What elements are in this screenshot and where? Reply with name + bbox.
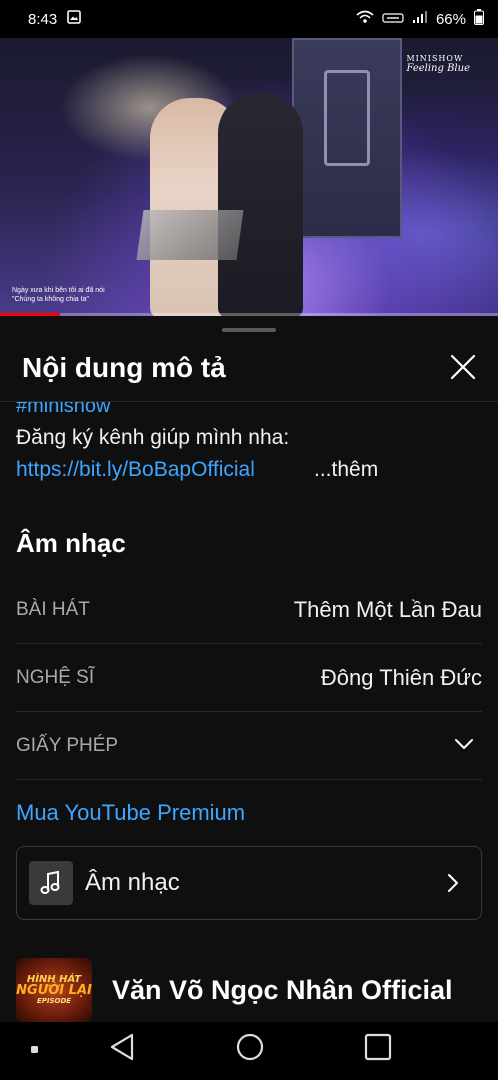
chevron-down-icon[interactable] <box>454 737 474 755</box>
gallery-notification-icon <box>67 10 82 28</box>
video-music-stand <box>136 210 244 260</box>
song-row: BÀI HÁT Thêm Một Lần Đau <box>16 576 482 644</box>
home-circle-icon <box>235 1033 265 1066</box>
show-more-button[interactable]: ...thêm <box>314 458 378 482</box>
channel-row[interactable]: HÌNH HÁT NGƯỜI LẠI EPISODE Văn Võ Ngọc N… <box>16 958 486 1022</box>
song-label: BÀI HÁT <box>16 598 90 620</box>
close-icon <box>446 354 480 388</box>
video-watermark: MINISHOW Feeling Blue <box>406 54 470 74</box>
chevron-right-icon <box>447 873 459 898</box>
video-caption: Ngày xưa khi bên tôi ai đã nói "Chúng ta… <box>12 287 105 303</box>
hashtag-link[interactable]: #minishow <box>16 402 486 416</box>
status-bar: 8:43 66% <box>0 0 498 38</box>
description-url-link[interactable]: https://bit.ly/BoBapOfficial <box>16 458 306 482</box>
video-player[interactable]: MINISHOW Feeling Blue Ngày xưa khi bên t… <box>0 38 498 316</box>
nav-dot-icon <box>30 1042 40 1060</box>
back-triangle-icon <box>108 1033 136 1066</box>
signal-icon <box>412 10 428 28</box>
data-saver-icon <box>382 11 404 28</box>
buy-youtube-premium-link[interactable]: Mua YouTube Premium <box>16 800 245 826</box>
sheet-header: Nội dung mô tả <box>0 336 498 402</box>
music-note-icon <box>29 861 73 905</box>
wifi-icon <box>356 10 374 28</box>
sheet-title: Nội dung mô tả <box>22 352 226 383</box>
system-navigation-bar <box>0 1022 498 1080</box>
description-line: Đăng ký kênh giúp mình nha: <box>16 426 290 449</box>
music-section-title: Âm nhạc <box>16 528 126 558</box>
drag-handle[interactable] <box>222 328 276 332</box>
artist-value: Đông Thiên Đức <box>320 664 482 690</box>
music-card-label: Âm nhạc <box>85 869 180 896</box>
music-card[interactable]: Âm nhạc <box>16 846 482 920</box>
description-text: #minishow Đăng ký kênh giúp mình nha: ht… <box>16 402 486 482</box>
battery-percent: 66% <box>435 10 466 28</box>
channel-name[interactable]: Văn Võ Ngọc Nhân Official <box>112 975 484 1006</box>
song-value: Thêm Một Lần Đau <box>293 596 482 622</box>
artist-label: NGHỆ SĨ <box>16 666 95 688</box>
status-time: 8:43 <box>28 10 58 28</box>
license-label: GIẤY PHÉP <box>16 734 119 756</box>
back-button[interactable] <box>108 1032 136 1067</box>
video-scene-building <box>292 38 402 238</box>
channel-logo[interactable]: HÌNH HÁT NGƯỜI LẠI EPISODE <box>16 958 92 1022</box>
recents-button[interactable] <box>364 1032 392 1067</box>
artist-row: NGHỆ SĨ Đông Thiên Đức <box>16 644 482 712</box>
home-button[interactable] <box>235 1032 265 1067</box>
license-row[interactable]: GIẤY PHÉP <box>16 712 482 780</box>
recents-square-icon <box>364 1033 392 1066</box>
description-sheet: Nội dung mô tả #minishow Đăng ký kênh gi… <box>0 316 498 1022</box>
battery-icon <box>474 9 484 29</box>
video-performer-right <box>218 93 303 316</box>
close-button[interactable] <box>446 350 480 384</box>
